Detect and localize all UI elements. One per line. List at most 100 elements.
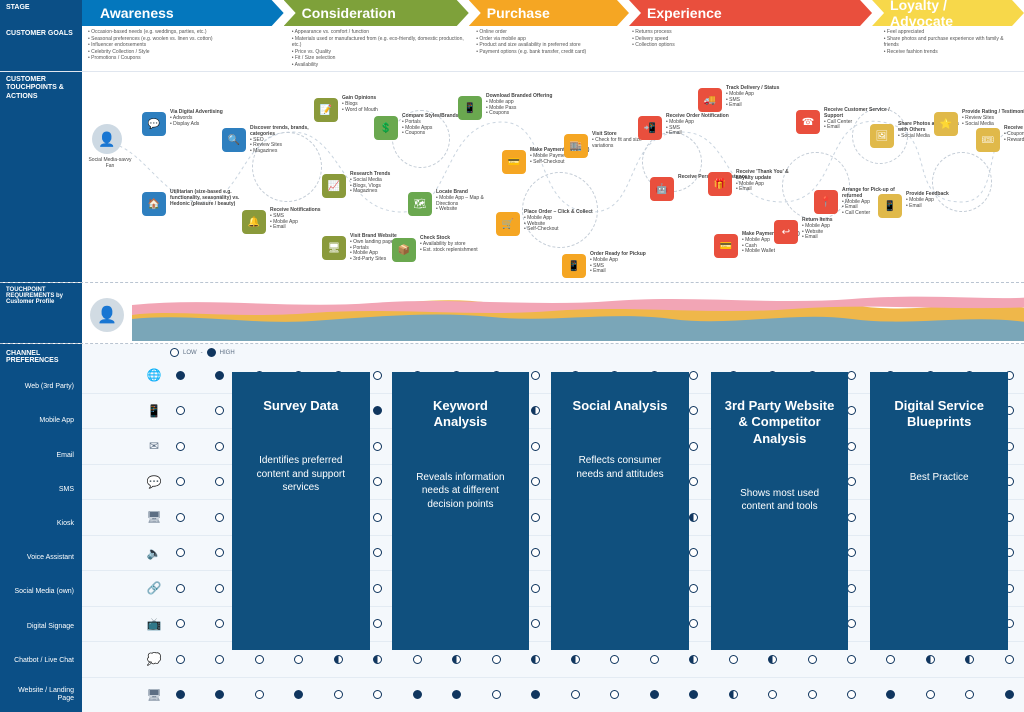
card-title: Keyword Analysis bbox=[406, 398, 516, 431]
goals-cell-lo: • Feel appreciated• Share photos and pur… bbox=[878, 26, 1024, 71]
touchpoint-n24: 🖼 bbox=[870, 124, 894, 148]
pref-dot bbox=[926, 690, 935, 699]
pref-dot bbox=[650, 655, 659, 664]
touchpoint-n12: 💳 bbox=[502, 150, 526, 174]
touchpoint-n27: 🎟 bbox=[976, 128, 1000, 152]
pref-dot bbox=[886, 690, 895, 699]
pref-dot bbox=[926, 655, 935, 664]
pref-dot bbox=[373, 690, 382, 699]
analysis-card-2: Social AnalysisReflects consumer needs a… bbox=[551, 372, 689, 650]
channel-row-site: 🖥 bbox=[82, 677, 1024, 712]
goals-cell-pu: • Online order• Order via mobile app• Pr… bbox=[470, 26, 626, 71]
channel-icon-kiosk: 🖥 bbox=[142, 510, 166, 524]
touchpoint-n1: 💬 bbox=[142, 112, 166, 136]
legend-low: LOW bbox=[183, 350, 197, 356]
touchpoint-label-n4: Receive Notifications• SMS• Mobile App• … bbox=[270, 208, 340, 231]
stage-experience: Experience bbox=[629, 0, 872, 26]
touchpoint-label-n27: Receive Loyalty Offerings• Coupons• Rewa… bbox=[1004, 126, 1024, 143]
stage-consideration: Consideration bbox=[284, 0, 469, 26]
pref-dot bbox=[729, 690, 738, 699]
pref-dot bbox=[176, 548, 185, 557]
card-title: 3rd Party Website & Competitor Analysis bbox=[725, 398, 835, 447]
pref-dot bbox=[176, 513, 185, 522]
goals-row-label: CUSTOMER GOALS bbox=[0, 26, 82, 71]
pref-dot bbox=[176, 371, 185, 380]
goals-cell-ex: • Returns process• Delivery speed• Colle… bbox=[626, 26, 878, 71]
pref-dot bbox=[176, 655, 185, 664]
pref-dot bbox=[729, 655, 738, 664]
pref-dot bbox=[492, 655, 501, 664]
channel-side-sms: SMS bbox=[0, 473, 82, 507]
touchpoint-label-n3: Discover trends, brands, categories• SEO… bbox=[250, 126, 320, 155]
card-body: Best Practice bbox=[910, 471, 969, 485]
pref-dot bbox=[413, 655, 422, 664]
touchpoint-n21: ↩ bbox=[774, 220, 798, 244]
touchpoint-label-n10: Check Stock• Availability by store• Est.… bbox=[420, 236, 490, 253]
channel-side-voice: Voice Assistant bbox=[0, 541, 82, 575]
requirements-avatar bbox=[90, 298, 124, 332]
touchpoints-canvas: Social Media-savvy Fan 💬Via Digital Adve… bbox=[82, 72, 1024, 282]
pref-dot bbox=[689, 690, 698, 699]
goals-cells: • Occasion-based needs (e.g. weddings, p… bbox=[82, 26, 1024, 71]
pref-dot bbox=[255, 655, 264, 664]
pref-dot bbox=[215, 619, 224, 628]
channel-side-site: Website / Landing Page bbox=[0, 678, 82, 712]
pref-dot bbox=[886, 655, 895, 664]
requirements-stream-chart bbox=[132, 289, 1024, 341]
channel-dots-site bbox=[166, 690, 1024, 699]
card-body: Identifies preferred content and support… bbox=[246, 454, 356, 495]
channel-side-signage: Digital Signage bbox=[0, 609, 82, 643]
pref-dot bbox=[650, 690, 659, 699]
pref-dot bbox=[531, 690, 540, 699]
goals-row: CUSTOMER GOALS • Occasion-based needs (e… bbox=[0, 26, 1024, 72]
touchpoint-label-n15: Order Ready for Pickup• Mobile App• SMS•… bbox=[590, 252, 660, 275]
pref-dot bbox=[215, 371, 224, 380]
card-body: Reveals information needs at different d… bbox=[406, 471, 516, 512]
pref-dot bbox=[176, 584, 185, 593]
touchpoint-label-n16: Receive Order Notification• Mobile App• … bbox=[666, 114, 736, 137]
pref-dot bbox=[215, 690, 224, 699]
pref-dot bbox=[847, 690, 856, 699]
pref-dot bbox=[531, 655, 540, 664]
channel-row-label: CHANNEL PREFERENCES bbox=[0, 344, 82, 370]
stage-row-label: STAGE bbox=[0, 0, 82, 26]
legend-high-dot bbox=[207, 348, 216, 357]
persona-avatar bbox=[92, 124, 122, 154]
pref-dot bbox=[610, 655, 619, 664]
touchpoint-label-n25: Provide Feedback• Mobile App• Email bbox=[906, 192, 976, 209]
card-body: Reflects consumer needs and attitudes bbox=[565, 454, 675, 481]
channel-icon-voice: 🔈 bbox=[142, 546, 166, 560]
touchpoint-label-n21: Return Items• Mobile App• Website• Email bbox=[802, 218, 872, 241]
pref-dot bbox=[176, 477, 185, 486]
touchpoint-label-n9: Locate Brand• Mobile App – Map & Directi… bbox=[436, 190, 506, 213]
persona-label: Social Media-savvy Fan bbox=[88, 158, 132, 170]
pref-dot bbox=[176, 406, 185, 415]
card-body: Shows most used content and tools bbox=[725, 487, 835, 514]
pref-dot bbox=[413, 690, 422, 699]
touchpoint-label-n13: Place Order – Click & Collect• Mobile Ap… bbox=[524, 210, 594, 233]
pref-dot bbox=[176, 619, 185, 628]
stage-awareness: Awareness bbox=[82, 0, 284, 26]
channel-side-chat: Chatbot / Live Chat bbox=[0, 644, 82, 678]
touchpoint-n17: 🤖 bbox=[650, 177, 674, 201]
touchpoint-label-n11: Download Branded Offering• Mobile app• M… bbox=[486, 94, 556, 117]
channel-body: LOW - HIGH 🌐📱✉💬🖥🔈🔗📺💭🖥 Survey DataIdentif… bbox=[82, 344, 1024, 712]
pref-dot bbox=[689, 655, 698, 664]
channel-icon-sms: 💬 bbox=[142, 475, 166, 489]
pref-dot bbox=[215, 406, 224, 415]
touchpoint-label-n5: Gain Opinions• Blogs• Word of Mouth bbox=[342, 96, 412, 113]
channel-icon-mobile: 📱 bbox=[142, 404, 166, 418]
touchpoint-label-n1: Via Digital Advertising• Adwords• Displa… bbox=[170, 110, 240, 127]
analysis-card-0: Survey DataIdentifies preferred content … bbox=[232, 372, 370, 650]
touchpoint-n6: 📈 bbox=[322, 174, 346, 198]
pref-dot bbox=[373, 655, 382, 664]
touchpoint-n19: 🎁 bbox=[708, 172, 732, 196]
channel-icon-site: 🖥 bbox=[142, 688, 166, 702]
touchpoints-row-label: CUSTOMER TOUCHPOINTS & ACTIONS bbox=[0, 72, 82, 282]
pref-dot bbox=[255, 690, 264, 699]
analysis-card-4: Digital Service BlueprintsBest Practice bbox=[870, 372, 1008, 650]
analysis-card-3: 3rd Party Website & Competitor Analysis S… bbox=[711, 372, 849, 650]
pref-dot bbox=[215, 513, 224, 522]
journey-map: STAGE Awareness Consideration Purchase E… bbox=[0, 0, 1024, 712]
pref-dot bbox=[215, 655, 224, 664]
